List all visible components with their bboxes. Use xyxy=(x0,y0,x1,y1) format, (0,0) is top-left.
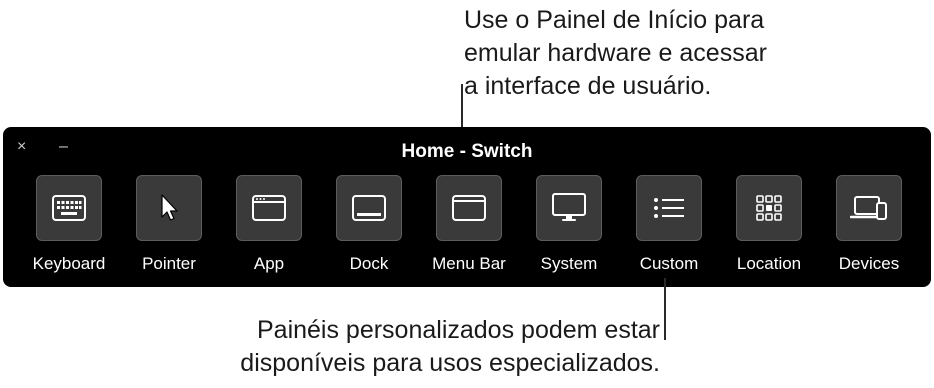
devices-label: Devices xyxy=(838,254,900,273)
callout-line: Use o Painel de Início para xyxy=(464,6,765,34)
keyboard-label: Keyboard xyxy=(32,254,106,273)
keyboard-icon xyxy=(52,195,86,221)
system-tile[interactable] xyxy=(536,175,602,241)
callout-leader-line xyxy=(461,84,463,128)
devices-tile[interactable] xyxy=(836,175,902,241)
callout-home-panel: Use o Painel de Início para emular hardw… xyxy=(464,4,904,103)
panel-button-row: Keyboard Pointer App Dock Menu Bar Syste… xyxy=(3,175,931,285)
menu-bar-label: Menu Bar xyxy=(432,254,506,273)
dock-label: Dock xyxy=(349,254,389,273)
custom-label: Custom xyxy=(639,254,699,273)
location-tile[interactable] xyxy=(736,175,802,241)
callout-custom-panels: Painéis personalizados podem estar dispo… xyxy=(160,314,660,380)
app-label: App xyxy=(253,254,285,273)
pointer-tile[interactable] xyxy=(136,175,202,241)
devices-button[interactable]: Devices xyxy=(819,175,919,285)
keyboard-tile[interactable] xyxy=(36,175,102,241)
menu-bar-tile[interactable] xyxy=(436,175,502,241)
pointer-icon xyxy=(158,193,180,223)
panel-title: Home - Switch xyxy=(401,141,533,162)
grid-icon xyxy=(755,194,783,222)
app-tile[interactable] xyxy=(236,175,302,241)
system-button[interactable]: System xyxy=(519,175,619,285)
dock-tile[interactable] xyxy=(336,175,402,241)
callout-line: disponíveis para usos especializados. xyxy=(240,349,660,377)
pointer-label: Pointer xyxy=(142,254,196,273)
custom-button[interactable]: Custom xyxy=(619,175,719,285)
callout-leader-line xyxy=(664,278,666,340)
devices-icon xyxy=(850,194,888,222)
home-switch-panel: × – Home - Switch Keyboard Pointer App D… xyxy=(3,127,931,287)
display-icon xyxy=(552,193,586,223)
system-label: System xyxy=(540,254,598,273)
keyboard-button[interactable]: Keyboard xyxy=(19,175,119,285)
list-icon xyxy=(653,196,685,220)
callout-line: Painéis personalizados podem estar xyxy=(256,316,660,344)
menu-bar-button[interactable]: Menu Bar xyxy=(419,175,519,285)
location-label: Location xyxy=(736,254,802,273)
pointer-button[interactable]: Pointer xyxy=(119,175,219,285)
dock-icon xyxy=(352,195,386,221)
dock-button[interactable]: Dock xyxy=(319,175,419,285)
app-button[interactable]: App xyxy=(219,175,319,285)
callout-line: a interface de usuário. xyxy=(464,72,712,100)
callout-line: emular hardware e acessar xyxy=(464,39,767,67)
menu-bar-icon xyxy=(452,195,486,221)
location-button[interactable]: Location xyxy=(719,175,819,285)
custom-tile[interactable] xyxy=(636,175,702,241)
app-window-icon xyxy=(252,195,286,221)
